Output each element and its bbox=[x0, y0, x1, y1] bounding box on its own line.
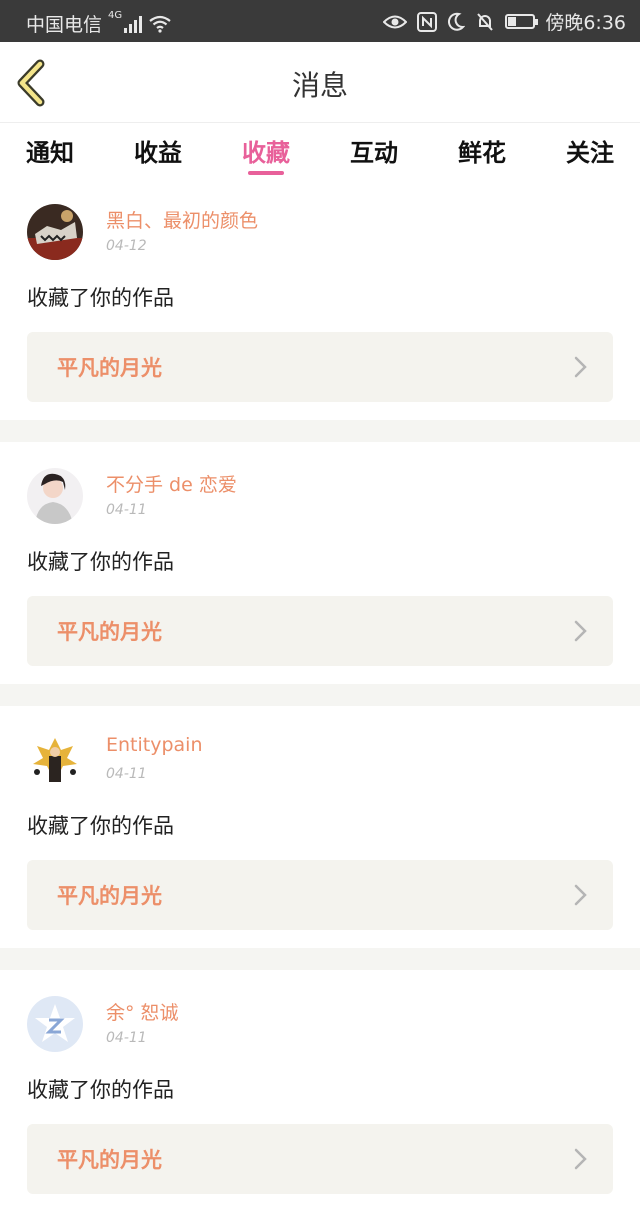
list-item: 黑白、最初的颜色 04-12 收藏了你的作品 平凡的月光 bbox=[0, 178, 640, 420]
mute-bell-icon bbox=[477, 12, 494, 31]
divider bbox=[0, 684, 640, 706]
avatar[interactable] bbox=[27, 468, 83, 524]
status-bar: 中国电信 4G 傍晚6:36 bbox=[0, 0, 640, 42]
message-date: 04-12 bbox=[106, 238, 147, 254]
user-name[interactable]: 黑白、最初的颜色 bbox=[106, 206, 258, 233]
tab-interactions[interactable]: 互动 bbox=[324, 133, 424, 168]
work-card[interactable]: 平凡的月光 bbox=[27, 332, 613, 402]
divider bbox=[0, 420, 640, 442]
tab-bar: 通知 收益 收藏 互动 鲜花 关注 bbox=[0, 122, 640, 179]
action-text: 收藏了你的作品 bbox=[27, 1078, 174, 1102]
moon-icon bbox=[448, 12, 466, 31]
chevron-right-icon bbox=[574, 884, 587, 906]
tab-flowers[interactable]: 鲜花 bbox=[432, 133, 532, 168]
work-card[interactable]: 平凡的月光 bbox=[27, 860, 613, 930]
chevron-right-icon bbox=[574, 620, 587, 642]
user-name[interactable]: 不分手 de 恋爱 bbox=[106, 470, 237, 497]
header: 消息 bbox=[0, 42, 640, 122]
action-text: 收藏了你的作品 bbox=[27, 814, 174, 838]
work-card[interactable]: 平凡的月光 bbox=[27, 596, 613, 666]
chevron-right-icon bbox=[574, 1148, 587, 1170]
list-item: 不分手 de 恋爱 04-11 收藏了你的作品 平凡的月光 bbox=[0, 442, 640, 684]
eye-icon bbox=[383, 15, 408, 28]
list-item: Entitypain 04-11 收藏了你的作品 平凡的月光 bbox=[0, 706, 640, 948]
message-date: 04-11 bbox=[106, 766, 147, 782]
battery-icon bbox=[505, 14, 539, 29]
tab-favorites[interactable]: 收藏 bbox=[216, 133, 316, 168]
action-text: 收藏了你的作品 bbox=[27, 286, 174, 310]
user-name[interactable]: Entitypain bbox=[106, 734, 203, 756]
message-list: 黑白、最初的颜色 04-12 收藏了你的作品 平凡的月光 不分手 de 恋爱 0… bbox=[0, 178, 640, 1212]
action-text: 收藏了你的作品 bbox=[27, 550, 174, 574]
active-tab-indicator bbox=[248, 171, 284, 175]
avatar[interactable] bbox=[27, 732, 83, 788]
avatar[interactable] bbox=[27, 204, 83, 260]
message-date: 04-11 bbox=[106, 502, 147, 518]
nfc-icon bbox=[417, 11, 438, 32]
message-date: 04-11 bbox=[106, 1030, 147, 1046]
wifi-icon bbox=[149, 15, 171, 33]
network-type: 4G bbox=[108, 10, 123, 21]
signal-icon bbox=[124, 15, 143, 33]
work-title: 平凡的月光 bbox=[57, 356, 162, 380]
list-item: 余° 恕诚 04-11 收藏了你的作品 平凡的月光 bbox=[0, 970, 640, 1212]
work-title: 平凡的月光 bbox=[57, 620, 162, 644]
avatar[interactable] bbox=[27, 996, 83, 1052]
carrier-label: 中国电信 bbox=[26, 14, 103, 36]
work-card[interactable]: 平凡的月光 bbox=[27, 1124, 613, 1194]
chevron-right-icon bbox=[574, 356, 587, 378]
page-title: 消息 bbox=[291, 69, 348, 102]
tab-earnings[interactable]: 收益 bbox=[108, 133, 208, 168]
tab-follows[interactable]: 关注 bbox=[540, 133, 640, 168]
tab-notifications[interactable]: 通知 bbox=[0, 133, 100, 168]
divider bbox=[0, 948, 640, 970]
work-title: 平凡的月光 bbox=[57, 1148, 162, 1172]
clock: 傍晚6:36 bbox=[545, 12, 626, 34]
work-title: 平凡的月光 bbox=[57, 884, 162, 908]
user-name[interactable]: 余° 恕诚 bbox=[106, 998, 179, 1025]
